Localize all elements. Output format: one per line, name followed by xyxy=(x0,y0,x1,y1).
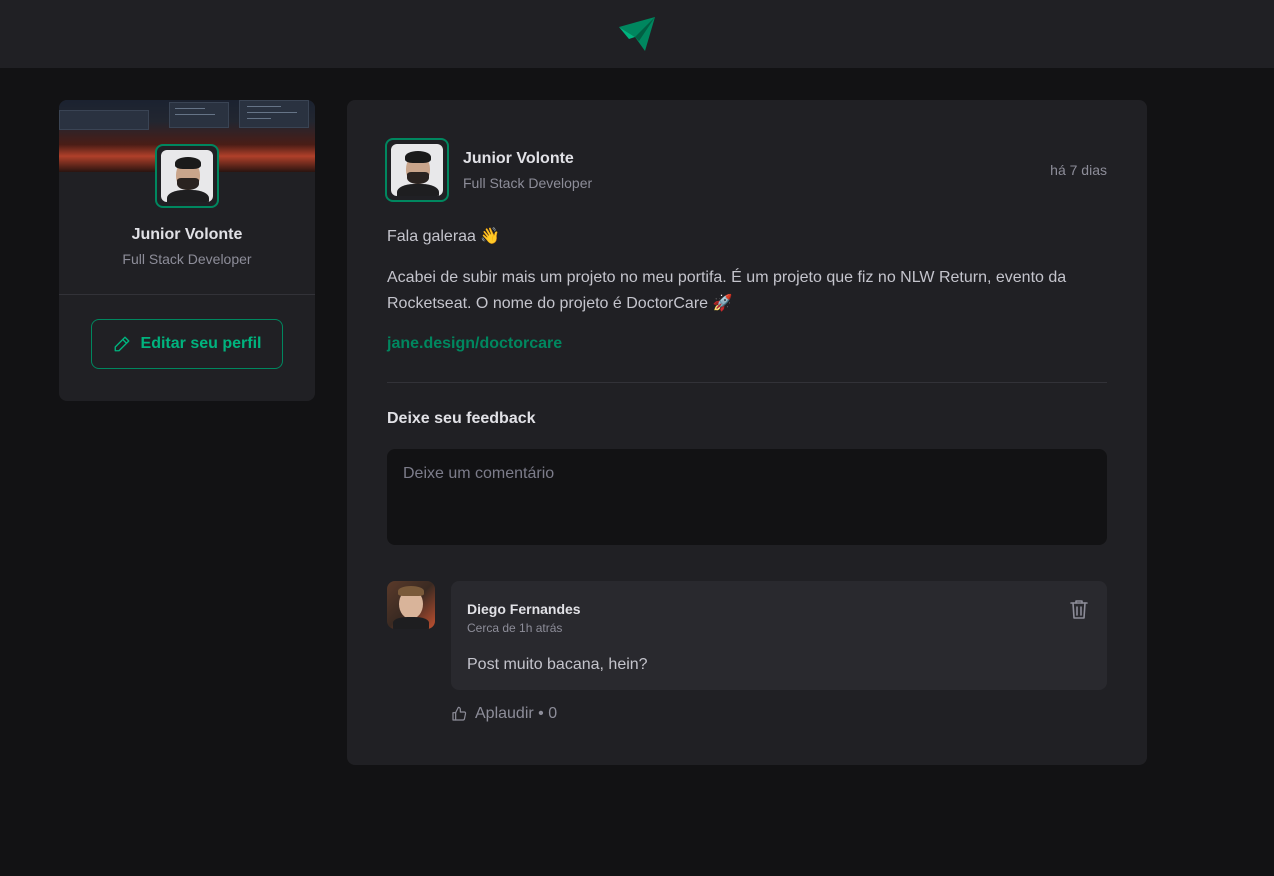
feedback-title: Deixe seu feedback xyxy=(387,410,536,427)
post-author-name: Junior Volonte xyxy=(463,150,574,167)
post-greeting: Fala galeraa 👋 xyxy=(387,228,501,245)
pencil-icon xyxy=(114,336,129,352)
edit-profile-label: Editar seu perfil xyxy=(140,335,262,352)
profile-role: Full Stack Developer xyxy=(122,251,252,267)
comment-input[interactable] xyxy=(387,449,1107,545)
delete-comment-button[interactable] xyxy=(1067,597,1091,621)
comment-time: Cerca de 1h atrás xyxy=(467,621,563,635)
profile-name: Junior Volonte xyxy=(131,226,243,243)
applaud-label: Aplaudir • 0 xyxy=(475,705,558,722)
sidebar-divider xyxy=(59,294,315,295)
comment-author-avatar[interactable] xyxy=(387,581,435,629)
post-divider xyxy=(387,382,1107,383)
edit-profile-button[interactable]: Editar seu perfil xyxy=(91,319,283,369)
ignite-logo-icon[interactable] xyxy=(619,17,655,51)
profile-sidebar: Junior Volonte Full Stack Developer Edit… xyxy=(59,100,315,401)
profile-avatar[interactable] xyxy=(155,144,219,208)
post-author-role: Full Stack Developer xyxy=(463,175,593,191)
comment-author-name: Diego Fernandes xyxy=(467,601,581,617)
comment-box: Diego Fernandes Cerca de 1h atrás Post m… xyxy=(451,581,1107,690)
top-header xyxy=(0,0,1274,68)
post-card: Junior Volonte Full Stack Developer há 7… xyxy=(347,100,1147,765)
comment-text: Post muito bacana, hein? xyxy=(467,656,648,673)
post-time[interactable]: há 7 dias xyxy=(1050,162,1107,178)
post-body: Acabei de subir mais um projeto no meu p… xyxy=(387,269,1067,312)
applaud-button[interactable]: Aplaudir • 0 xyxy=(451,705,557,723)
post-author-avatar[interactable] xyxy=(385,138,449,202)
thumbs-up-icon xyxy=(452,706,467,721)
trash-icon xyxy=(1070,600,1088,619)
post-link[interactable]: jane.design/doctorcare xyxy=(387,335,562,353)
